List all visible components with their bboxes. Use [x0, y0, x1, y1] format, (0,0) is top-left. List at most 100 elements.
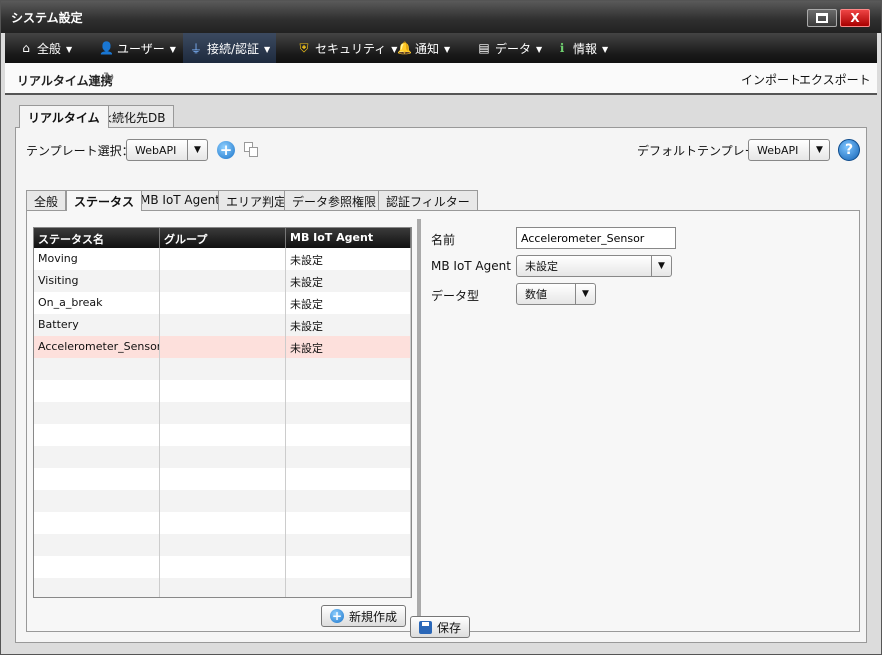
close-button[interactable]: X — [840, 9, 870, 27]
cell-status-name: Accelerometer_Sensor — [34, 336, 160, 358]
cell-agent: 未設定 — [286, 248, 411, 270]
menu-notification[interactable]: 🔔 通知 ▼ — [391, 33, 456, 63]
settings-window: システム設定 X ⌂ 全般 ▼ 👤 ユーザー ▼ ⏚ 接続/認証 ▼ ⛨ セキュリティ ▼ 🔔 通… — [0, 0, 882, 655]
menu-user-label: ユーザー — [117, 41, 165, 56]
default-template-select[interactable]: WebAPI ▼ — [748, 139, 830, 161]
new-status-label: 新規作成 — [349, 609, 398, 624]
export-link[interactable]: エクスポート — [799, 71, 871, 88]
mb-iot-agent-label: MB IoT Agent — [431, 259, 511, 273]
tab-area-judgement[interactable]: エリア判定 — [218, 190, 295, 210]
empty-row — [34, 358, 411, 380]
plug-icon: ⏚ — [189, 41, 202, 56]
table-row-selected[interactable]: Accelerometer_Sensor 未設定 — [34, 336, 411, 358]
cell-agent: 未設定 — [286, 270, 411, 292]
menu-security[interactable]: ⛨ セキュリティ ▼ — [291, 33, 403, 63]
menu-connection-auth[interactable]: ⏚ 接続/認証 ▼ — [183, 33, 277, 63]
new-status-button[interactable]: + 新規作成 — [321, 605, 407, 627]
column-group[interactable]: グループ — [160, 228, 286, 248]
cell-group — [160, 248, 286, 270]
menu-data-label: データ — [495, 41, 532, 56]
name-field[interactable] — [516, 227, 676, 249]
tab-data-access[interactable]: データ参照権限 — [284, 190, 385, 210]
chevron-down-icon: ▼ — [602, 45, 609, 54]
save-button[interactable]: 保存 — [410, 616, 471, 638]
window-title: システム設定 — [11, 11, 83, 25]
menu-user[interactable]: 👤 ユーザー ▼ — [93, 33, 182, 63]
menu-info-label: 情報 — [573, 41, 598, 56]
tab-auth-filter[interactable]: 認証フィルター — [378, 190, 478, 210]
column-status-name[interactable]: ステータス名 — [34, 228, 160, 248]
empty-row — [34, 380, 411, 402]
empty-row — [34, 424, 411, 446]
reload-icon[interactable]: ↻ — [103, 70, 115, 86]
data-icon: ▤ — [478, 41, 490, 55]
data-type-select[interactable]: 数値 ▼ — [516, 283, 596, 305]
menu-notification-label: 通知 — [415, 41, 440, 56]
default-template-value: WebAPI — [757, 143, 799, 157]
tab-status[interactable]: ステータス — [66, 190, 143, 211]
outer-tab-container: リアルタイム 永続化先DB テンプレート選択： WebAPI ▼ + デフォルトテ… — [15, 105, 867, 643]
tab-realtime[interactable]: リアルタイム — [19, 105, 109, 128]
cell-status-name: Visiting — [34, 270, 160, 292]
breadcrumb: リアルタイム連携 ↻ インポート エクスポート — [5, 63, 877, 95]
help-icon[interactable]: ? — [838, 139, 860, 161]
column-mb-iot-agent[interactable]: MB IoT Agent — [286, 228, 411, 248]
mb-iot-agent-value: 未設定 — [525, 260, 558, 273]
empty-row — [34, 468, 411, 490]
empty-row — [34, 446, 411, 468]
empty-row — [34, 402, 411, 424]
menu-general-label: 全般 — [37, 41, 62, 56]
menu-info[interactable]: ℹ 情報 ▼ — [549, 33, 614, 63]
add-template-icon[interactable]: + — [217, 141, 235, 159]
chevron-down-icon: ▼ — [575, 284, 595, 304]
cell-group — [160, 314, 286, 336]
table-row[interactable]: Moving 未設定 — [34, 248, 411, 270]
chevron-down-icon: ▼ — [809, 140, 829, 160]
cell-status-name: On_a_break — [34, 292, 160, 314]
status-panel: ステータス名 グループ MB IoT Agent Moving 未設定 Visit… — [26, 210, 860, 632]
home-icon: ⌂ — [22, 41, 30, 55]
cell-group — [160, 270, 286, 292]
chevron-down-icon: ▼ — [66, 45, 73, 54]
maximize-icon — [816, 13, 828, 23]
menu-bar: ⌂ 全般 ▼ 👤 ユーザー ▼ ⏚ 接続/認証 ▼ ⛨ セキュリティ ▼ 🔔 通知 ▼ ▤ データ ▼ … — [5, 33, 877, 63]
realtime-panel: テンプレート選択： WebAPI ▼ + デフォルトテンプレート WebAPI ▼ … — [15, 127, 867, 643]
data-type-value: 数値 — [525, 288, 547, 301]
cell-status-name: Moving — [34, 248, 160, 270]
table-row[interactable]: Battery 未設定 — [34, 314, 411, 336]
shield-icon: ⛨ — [299, 40, 309, 55]
copy-template-icon[interactable] — [244, 142, 260, 158]
cell-agent: 未設定 — [286, 336, 411, 358]
name-label: 名前 — [431, 233, 456, 247]
empty-row — [34, 512, 411, 534]
template-select[interactable]: WebAPI ▼ — [126, 139, 208, 161]
user-icon: 👤 — [99, 41, 114, 55]
tab-general[interactable]: 全般 — [26, 190, 67, 210]
template-select-value: WebAPI — [135, 143, 177, 157]
chevron-down-icon: ▼ — [536, 45, 543, 54]
empty-row — [34, 556, 411, 578]
chevron-down-icon: ▼ — [169, 45, 176, 54]
page-title: リアルタイム連携 — [17, 74, 113, 88]
empty-row — [34, 534, 411, 556]
maximize-button[interactable] — [807, 9, 837, 27]
chevron-down-icon: ▼ — [187, 140, 207, 160]
cell-agent: 未設定 — [286, 314, 411, 336]
table-row[interactable]: On_a_break 未設定 — [34, 292, 411, 314]
data-type-label: データ型 — [431, 289, 480, 303]
menu-data[interactable]: ▤ データ ▼ — [471, 33, 548, 63]
table-row[interactable]: Visiting 未設定 — [34, 270, 411, 292]
template-label: テンプレート選択： — [26, 144, 134, 158]
status-table: ステータス名 グループ MB IoT Agent Moving 未設定 Visit… — [33, 227, 412, 598]
chevron-down-icon: ▼ — [444, 45, 451, 54]
chevron-down-icon: ▼ — [651, 256, 671, 276]
mb-iot-agent-select[interactable]: 未設定 ▼ — [516, 255, 672, 277]
save-icon — [419, 620, 432, 634]
cell-status-name: Battery — [34, 314, 160, 336]
splitter-handle[interactable] — [417, 219, 421, 625]
save-label: 保存 — [437, 620, 462, 635]
info-icon: ℹ — [559, 41, 565, 55]
import-link[interactable]: インポート — [741, 71, 801, 88]
tab-mb-iot-agent[interactable]: MB IoT Agent — [132, 190, 228, 210]
menu-general[interactable]: ⌂ 全般 ▼ — [13, 33, 78, 63]
